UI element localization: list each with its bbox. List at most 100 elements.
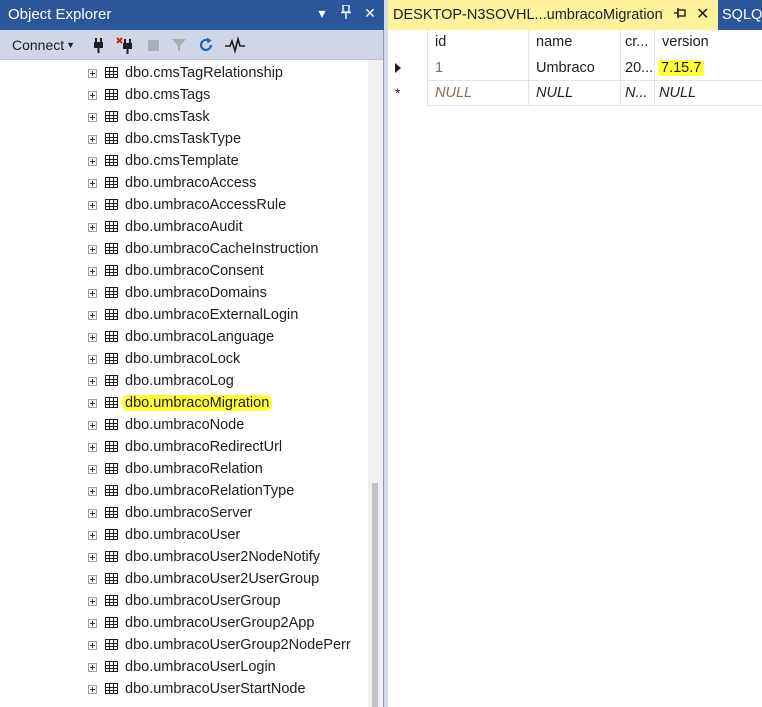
- expand-plus-icon[interactable]: [88, 157, 97, 166]
- tree-node-table[interactable]: dbo.umbracoUser2NodeNotify: [0, 548, 368, 570]
- row-selector[interactable]: [388, 55, 428, 81]
- expand-plus-icon[interactable]: [88, 69, 97, 78]
- grid-cell[interactable]: 7.15.7: [655, 55, 762, 81]
- expand-plus-icon[interactable]: [88, 223, 97, 232]
- scrollbar-thumb[interactable]: [372, 483, 378, 707]
- expand-plus-icon[interactable]: [88, 377, 97, 386]
- pin-icon[interactable]: [674, 6, 686, 23]
- table-icon: [105, 419, 118, 430]
- tree-node-table[interactable]: dbo.umbracoConsent: [0, 262, 368, 284]
- close-tab-icon[interactable]: ✕: [696, 4, 709, 24]
- grid-cell[interactable]: 20...: [621, 55, 655, 81]
- expand-plus-icon[interactable]: [88, 487, 97, 496]
- expand-plus-icon[interactable]: [88, 531, 97, 540]
- tree-node-table[interactable]: dbo.umbracoCacheInstruction: [0, 240, 368, 262]
- tree-node-table[interactable]: dbo.umbracoRedirectUrl: [0, 438, 368, 460]
- tree-node-table[interactable]: dbo.umbracoUserGroup2NodePerr: [0, 636, 368, 658]
- row-header-corner[interactable]: [388, 30, 428, 55]
- tree-node-table[interactable]: dbo.umbracoUserGroup2App: [0, 614, 368, 636]
- expand-plus-icon[interactable]: [88, 597, 97, 606]
- expand-plus-icon[interactable]: [88, 201, 97, 210]
- tree-node-label: dbo.cmsTask: [125, 109, 210, 125]
- vertical-scrollbar[interactable]: [368, 60, 383, 707]
- close-icon[interactable]: ✕: [364, 5, 376, 22]
- tree-node-table[interactable]: dbo.umbracoNode: [0, 416, 368, 438]
- grid-cell[interactable]: Umbraco: [529, 55, 621, 81]
- expand-plus-icon[interactable]: [88, 333, 97, 342]
- chevron-down-icon[interactable]: ▾: [316, 5, 328, 22]
- expand-plus-icon[interactable]: [88, 685, 97, 694]
- table-icon: [105, 155, 118, 166]
- tree-node-table[interactable]: dbo.cmsTemplate: [0, 152, 368, 174]
- expand-plus-icon[interactable]: [88, 289, 97, 298]
- column-header[interactable]: cr...: [621, 30, 655, 55]
- tree-node-table[interactable]: dbo.umbracoAudit: [0, 218, 368, 240]
- tree-node-label: dbo.umbracoAudit: [125, 219, 243, 235]
- expand-plus-icon[interactable]: [88, 267, 97, 276]
- tree-node-table[interactable]: dbo.umbracoLanguage: [0, 328, 368, 350]
- grid-cell[interactable]: 1: [428, 55, 529, 81]
- tree-node-table[interactable]: dbo.umbracoUser: [0, 526, 368, 548]
- column-header[interactable]: name: [529, 30, 621, 55]
- filter-icon[interactable]: [170, 36, 188, 54]
- expand-plus-icon[interactable]: [88, 575, 97, 584]
- row-selector[interactable]: *: [388, 81, 428, 106]
- tree-node-table[interactable]: dbo.umbracoAccessRule: [0, 196, 368, 218]
- table-icon: [105, 441, 118, 452]
- grid-cell[interactable]: NULL: [529, 81, 621, 106]
- tree-node-table[interactable]: dbo.umbracoRelationType: [0, 482, 368, 504]
- tree-node-label: dbo.umbracoUserGroup2NodePerr: [125, 637, 351, 653]
- expand-plus-icon[interactable]: [88, 311, 97, 320]
- expand-plus-icon[interactable]: [88, 663, 97, 672]
- column-header[interactable]: version: [655, 30, 762, 55]
- tree-node-table[interactable]: dbo.umbracoLog: [0, 372, 368, 394]
- column-header-label: name: [536, 34, 573, 50]
- connect-button[interactable]: Connect ▼: [12, 37, 75, 53]
- grid-cell[interactable]: NULL: [428, 81, 529, 106]
- pin-icon[interactable]: [340, 4, 352, 22]
- disconnect-plug-icon[interactable]: [116, 36, 134, 54]
- tree-node-table[interactable]: dbo.umbracoServer: [0, 504, 368, 526]
- tree-node-table[interactable]: dbo.umbracoRelation: [0, 460, 368, 482]
- tree-node-table[interactable]: dbo.umbracoUserLogin: [0, 658, 368, 680]
- table-row-new[interactable]: * NULL NULL N... NULL: [388, 81, 762, 106]
- expand-plus-icon[interactable]: [88, 553, 97, 562]
- tree-node-table[interactable]: dbo.umbracoMigration: [0, 394, 368, 416]
- connect-label: Connect: [12, 37, 65, 53]
- refresh-icon[interactable]: [197, 36, 215, 54]
- expand-plus-icon[interactable]: [88, 619, 97, 628]
- tree-node-table[interactable]: dbo.umbracoUserGroup: [0, 592, 368, 614]
- connect-plug-icon[interactable]: [90, 36, 108, 54]
- grid-cell[interactable]: N...: [621, 81, 655, 106]
- expand-plus-icon[interactable]: [88, 399, 97, 408]
- table-row[interactable]: 1 Umbraco 20... 7.15.7: [388, 55, 762, 81]
- tree-node-table[interactable]: dbo.cmsTask: [0, 108, 368, 130]
- tree-node-table[interactable]: dbo.umbracoDomains: [0, 284, 368, 306]
- column-header[interactable]: id: [428, 30, 529, 55]
- tree-node-table[interactable]: dbo.umbracoAccess: [0, 174, 368, 196]
- tree-node-table[interactable]: dbo.umbracoUser2UserGroup: [0, 570, 368, 592]
- tree-node-table[interactable]: dbo.umbracoExternalLogin: [0, 306, 368, 328]
- expand-plus-icon[interactable]: [88, 465, 97, 474]
- tree-node-table[interactable]: dbo.cmsTaskType: [0, 130, 368, 152]
- expand-plus-icon[interactable]: [88, 135, 97, 144]
- stop-icon[interactable]: [145, 36, 163, 54]
- expand-plus-icon[interactable]: [88, 641, 97, 650]
- table-icon: [105, 353, 118, 364]
- expand-plus-icon[interactable]: [88, 443, 97, 452]
- expand-plus-icon[interactable]: [88, 355, 97, 364]
- tree-node-table[interactable]: dbo.cmsTags: [0, 86, 368, 108]
- expand-plus-icon[interactable]: [88, 509, 97, 518]
- tab-umbraco-migration[interactable]: DESKTOP-N3SOVHL...umbracoMigration ✕: [388, 0, 718, 30]
- tree-node-table[interactable]: dbo.umbracoLock: [0, 350, 368, 372]
- panel-title: Object Explorer: [8, 6, 112, 23]
- expand-plus-icon[interactable]: [88, 113, 97, 122]
- expand-plus-icon[interactable]: [88, 179, 97, 188]
- grid-cell[interactable]: NULL: [655, 81, 762, 106]
- expand-plus-icon[interactable]: [88, 91, 97, 100]
- tree-node-table[interactable]: dbo.umbracoUserStartNode: [0, 680, 368, 702]
- activity-monitor-icon[interactable]: [224, 35, 245, 55]
- tree-node-table[interactable]: dbo.cmsTagRelationship: [0, 64, 368, 86]
- expand-plus-icon[interactable]: [88, 245, 97, 254]
- expand-plus-icon[interactable]: [88, 421, 97, 430]
